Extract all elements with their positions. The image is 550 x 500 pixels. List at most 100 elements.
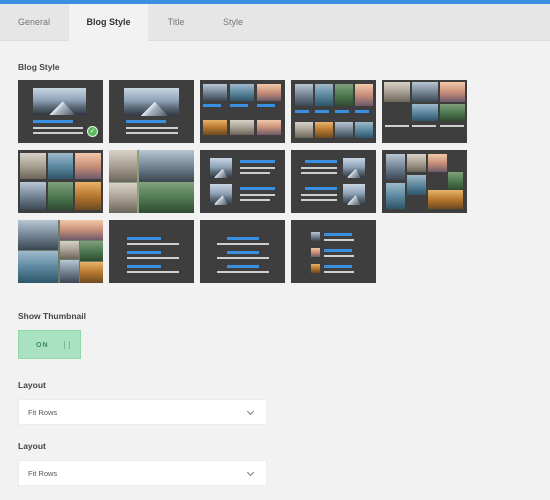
thumb-image — [386, 183, 405, 209]
title-line — [230, 104, 248, 107]
thumb-image — [448, 172, 463, 190]
text-line — [33, 127, 83, 129]
text-line — [240, 199, 270, 201]
title-line — [240, 187, 275, 190]
mountain-image — [343, 184, 365, 205]
thumb-image — [440, 82, 465, 102]
title-line — [305, 160, 337, 163]
blog-style-option-12[interactable] — [109, 220, 194, 283]
toggle-state-text: ON — [36, 342, 49, 349]
layout-select-1-value: Fit Rows — [28, 408, 58, 417]
text-line — [33, 132, 83, 134]
title-line — [324, 249, 352, 252]
tab-blog-style[interactable]: Blog Style — [69, 4, 148, 42]
text-line — [301, 172, 337, 174]
text-line — [324, 239, 354, 241]
blog-style-option-1[interactable]: ✓ — [18, 80, 103, 143]
title-line — [305, 187, 337, 190]
blog-style-option-6[interactable] — [18, 150, 103, 213]
title-line — [227, 265, 259, 268]
thumb-image — [48, 182, 73, 210]
thumb-image — [386, 154, 405, 180]
mountain-image — [33, 88, 86, 115]
tab-bar: General Blog Style Title Style — [0, 4, 550, 42]
chevron-down-icon — [246, 468, 255, 477]
text-line — [126, 132, 178, 134]
thumb-image — [60, 260, 79, 283]
thumb-image — [203, 120, 227, 135]
text-line — [127, 243, 179, 245]
thumb-image — [315, 122, 333, 138]
layout-select-2[interactable]: Fit Rows — [18, 460, 267, 486]
blog-style-option-14[interactable] — [291, 220, 376, 283]
title-line — [127, 237, 161, 240]
title-line — [127, 251, 161, 254]
thumb-image — [139, 183, 194, 213]
thumb-image — [230, 120, 254, 135]
show-thumbnail-toggle[interactable]: ON — [18, 330, 81, 359]
blog-style-option-9[interactable] — [291, 150, 376, 213]
title-line — [33, 120, 73, 123]
thumb-image — [335, 122, 353, 138]
text-line — [127, 271, 179, 273]
thumb-image — [20, 182, 46, 210]
thumb-image — [60, 220, 103, 240]
tab-style[interactable]: Style — [204, 4, 262, 41]
thumb-image — [230, 84, 254, 101]
thumb-image — [139, 150, 194, 182]
show-thumbnail-label: Show Thumbnail — [18, 311, 86, 321]
thumb-image — [311, 232, 320, 241]
title-line — [257, 104, 275, 107]
blog-style-option-11[interactable] — [18, 220, 103, 283]
mountain-image — [210, 184, 232, 205]
layout-select-1[interactable]: Fit Rows — [18, 399, 267, 425]
thumb-image — [60, 241, 79, 259]
thumb-image — [295, 84, 313, 106]
text-line — [412, 125, 436, 127]
text-line — [324, 255, 354, 257]
thumb-image — [295, 122, 313, 138]
thumb-image — [335, 84, 353, 106]
layout-select-2-value: Fit Rows — [28, 469, 58, 478]
thumb-image — [440, 104, 465, 121]
title-line — [355, 110, 369, 113]
thumb-image — [355, 84, 373, 106]
layout-label-1: Layout — [18, 380, 46, 390]
thumb-image — [407, 175, 426, 195]
selected-check-icon: ✓ — [87, 126, 98, 137]
thumb-image — [257, 120, 281, 135]
text-line — [126, 127, 178, 129]
blog-style-option-5[interactable] — [382, 80, 467, 143]
layout-label-2: Layout — [18, 441, 46, 451]
blog-style-option-7[interactable] — [109, 150, 194, 213]
text-line — [301, 199, 337, 201]
thumb-image — [257, 84, 281, 101]
text-line — [301, 167, 337, 169]
blog-style-option-10[interactable] — [382, 150, 467, 213]
title-line — [335, 110, 349, 113]
blog-style-label: Blog Style — [18, 62, 60, 72]
thumb-image — [18, 220, 58, 250]
blog-style-option-2[interactable] — [109, 80, 194, 143]
tab-general[interactable]: General — [0, 4, 68, 41]
blog-style-option-4[interactable] — [291, 80, 376, 143]
thumb-image — [311, 264, 320, 273]
text-line — [240, 172, 270, 174]
blog-style-option-13[interactable] — [200, 220, 285, 283]
thumb-image — [311, 248, 320, 257]
title-line — [315, 110, 329, 113]
mountain-image — [210, 158, 232, 178]
title-line — [227, 237, 259, 240]
mountain-image — [124, 88, 179, 116]
blog-style-option-8[interactable] — [200, 150, 285, 213]
thumb-image — [407, 154, 426, 172]
thumb-image — [20, 153, 46, 179]
thumb-image — [109, 150, 137, 182]
text-line — [240, 167, 275, 169]
blog-style-option-3[interactable] — [200, 80, 285, 143]
tab-title[interactable]: Title — [148, 4, 204, 41]
thumb-image — [80, 262, 103, 283]
title-line — [324, 233, 352, 236]
chevron-down-icon — [246, 407, 255, 416]
text-line — [217, 271, 269, 273]
